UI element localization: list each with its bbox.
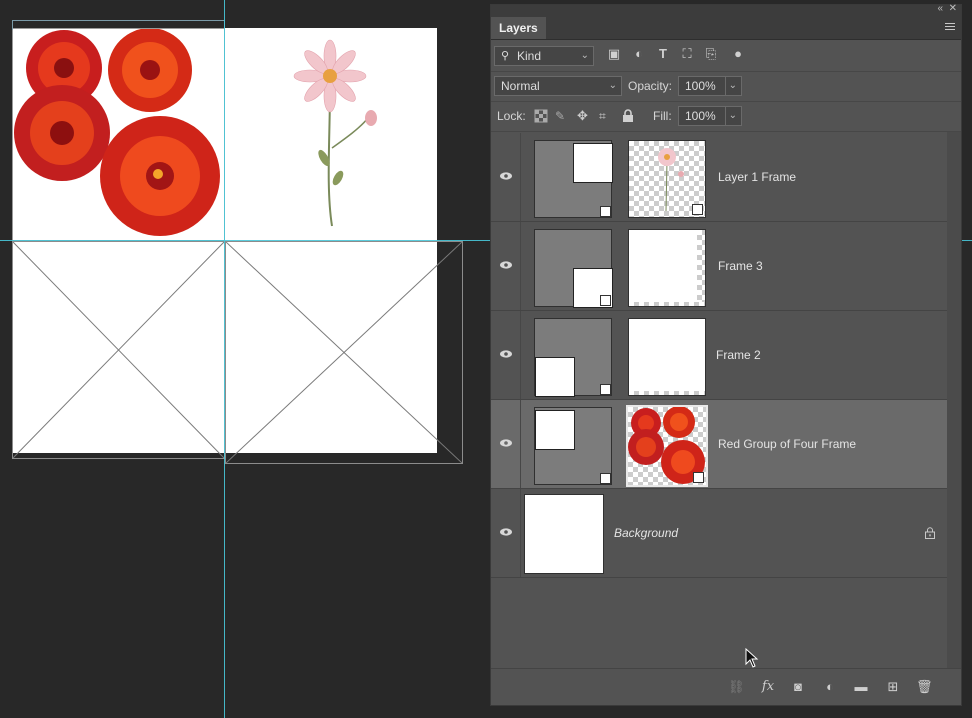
lock-image-pixels-icon[interactable]: ✎ (555, 109, 569, 123)
panel-footer: ⛓ fx ◙ ◐ ▬ ⊞ 🗑 (491, 668, 961, 705)
panel-titlebar[interactable]: « ✕ (491, 3, 961, 17)
fill-label: Fill: (653, 109, 672, 123)
add-mask-icon[interactable]: ◙ (790, 679, 806, 695)
visibility-eye-icon[interactable] (500, 350, 512, 358)
frame-badge-icon (600, 473, 611, 484)
mouse-cursor-icon (745, 648, 759, 668)
opacity-label: Opacity: (628, 79, 673, 93)
smart-object-badge-icon (693, 472, 704, 483)
chevron-down-icon[interactable]: ⌄ (724, 107, 737, 125)
selection-edge (12, 20, 225, 30)
filter-toggle-icon[interactable]: ● (731, 47, 745, 61)
frame-mask-shape (573, 143, 613, 183)
visibility-eye-icon[interactable] (500, 528, 512, 536)
layer-name[interactable]: Layer 1 Frame (718, 170, 796, 184)
visibility-eye-icon[interactable] (500, 439, 512, 447)
row-separator (520, 400, 521, 488)
layers-panel: « ✕ Layers ⚲ Kind ⌄ ▣ ◐ T ⛶ ⎘ ● Normal ⌄… (490, 3, 962, 706)
close-panel-icon[interactable]: ✕ (949, 3, 957, 14)
frame-3-placeholder[interactable] (225, 241, 463, 464)
type-filter-icon[interactable]: T (656, 47, 670, 61)
blend-mode-value: Normal (501, 79, 540, 93)
pink-flower-image[interactable] (226, 28, 437, 240)
lock-row: Lock: ✎ ✥ ⌗ Fill: 100% ⌄ (491, 101, 961, 132)
frame-badge-icon (600, 384, 611, 395)
smart-object-filter-icon[interactable]: ⎘ (704, 47, 718, 61)
kind-filter-value: Kind (517, 49, 542, 63)
frame-thumbnail[interactable] (534, 318, 612, 397)
kind-filter-dropdown[interactable]: ⚲ Kind ⌄ (494, 46, 594, 66)
collapse-panel-icon[interactable]: « (937, 3, 943, 14)
lock-artboard-icon[interactable]: ⌗ (599, 109, 613, 123)
frame-2-placeholder[interactable] (12, 241, 225, 459)
document-canvas[interactable] (0, 0, 972, 718)
filter-row: ⚲ Kind ⌄ ▣ ◐ T ⛶ ⎘ ● (491, 41, 961, 72)
row-separator (520, 311, 521, 399)
layer-name[interactable]: Red Group of Four Frame (718, 437, 856, 451)
layer-content-thumbnail[interactable] (628, 140, 706, 218)
layer-name[interactable]: Frame 3 (718, 259, 763, 273)
new-layer-icon[interactable]: ⊞ (885, 679, 901, 695)
frame-thumbnail[interactable] (534, 140, 613, 218)
row-separator (520, 489, 521, 577)
shape-filter-icon[interactable]: ⛶ (680, 47, 694, 61)
image-filter-icon[interactable]: ▣ (607, 47, 621, 61)
new-adjustment-icon[interactable]: ◐ (822, 679, 838, 695)
fill-value: 100% (685, 109, 716, 123)
smart-object-badge-icon (692, 204, 703, 215)
blend-row: Normal ⌄ Opacity: 100% ⌄ (491, 71, 961, 102)
chevron-down-icon: ⌄ (608, 80, 617, 91)
layer-row-layer-1-frame[interactable]: Layer 1 Frame (491, 133, 947, 222)
layer-row-frame-3[interactable]: Frame 3 (491, 222, 947, 311)
chevron-down-icon: ⌄ (580, 50, 589, 61)
vertical-guide[interactable] (224, 0, 225, 718)
adjustment-filter-icon[interactable]: ◐ (632, 47, 646, 61)
opacity-field[interactable]: 100% ⌄ (678, 76, 742, 96)
layer-lock-icon[interactable] (925, 527, 935, 539)
layer-content-thumbnail[interactable] (628, 318, 706, 396)
layers-scrollbar[interactable] (947, 132, 961, 672)
layer-content-thumbnail[interactable] (628, 229, 706, 307)
row-separator (520, 222, 521, 310)
visibility-eye-icon[interactable] (500, 172, 512, 180)
layer-name[interactable]: Background (614, 526, 678, 540)
fx-icon[interactable]: fx (760, 679, 776, 695)
visibility-eye-icon[interactable] (500, 261, 512, 269)
lock-label: Lock: (497, 109, 526, 123)
blend-mode-dropdown[interactable]: Normal ⌄ (494, 76, 622, 96)
new-group-icon[interactable]: ▬ (853, 679, 869, 695)
frame-thumbnail[interactable] (534, 407, 612, 485)
frame-badge-icon (600, 295, 611, 306)
link-layers-icon[interactable]: ⛓ (728, 679, 745, 695)
layer-name[interactable]: Frame 2 (716, 348, 761, 362)
tab-layers[interactable]: Layers (491, 17, 546, 39)
frame-layer-1-bounds[interactable] (12, 28, 225, 241)
frame-thumbnail[interactable] (534, 229, 613, 308)
frame-badge-icon (600, 206, 611, 217)
layer-row-red-group-of-four-frame[interactable]: Red Group of Four Frame (491, 400, 947, 489)
lock-position-icon[interactable]: ✥ (577, 109, 591, 123)
delete-layer-icon[interactable]: 🗑 (916, 679, 933, 695)
layer-row-frame-2[interactable]: Frame 2 (491, 311, 947, 400)
frame-mask-shape (535, 357, 575, 397)
lock-all-icon[interactable] (622, 109, 636, 123)
frame-mask-shape (535, 410, 575, 450)
background-thumbnail[interactable] (524, 494, 604, 574)
fill-field[interactable]: 100% ⌄ (678, 106, 742, 126)
lock-transparent-pixels-icon[interactable] (534, 109, 548, 123)
panel-tabbar: Layers (491, 17, 961, 40)
opacity-value: 100% (685, 79, 716, 93)
row-separator (520, 133, 521, 221)
layer-row-background[interactable]: Background (491, 489, 947, 578)
chevron-down-icon[interactable]: ⌄ (724, 77, 737, 95)
search-icon: ⚲ (501, 50, 510, 62)
panel-menu-icon[interactable] (945, 23, 955, 32)
layer-content-thumbnail[interactable] (626, 405, 708, 487)
